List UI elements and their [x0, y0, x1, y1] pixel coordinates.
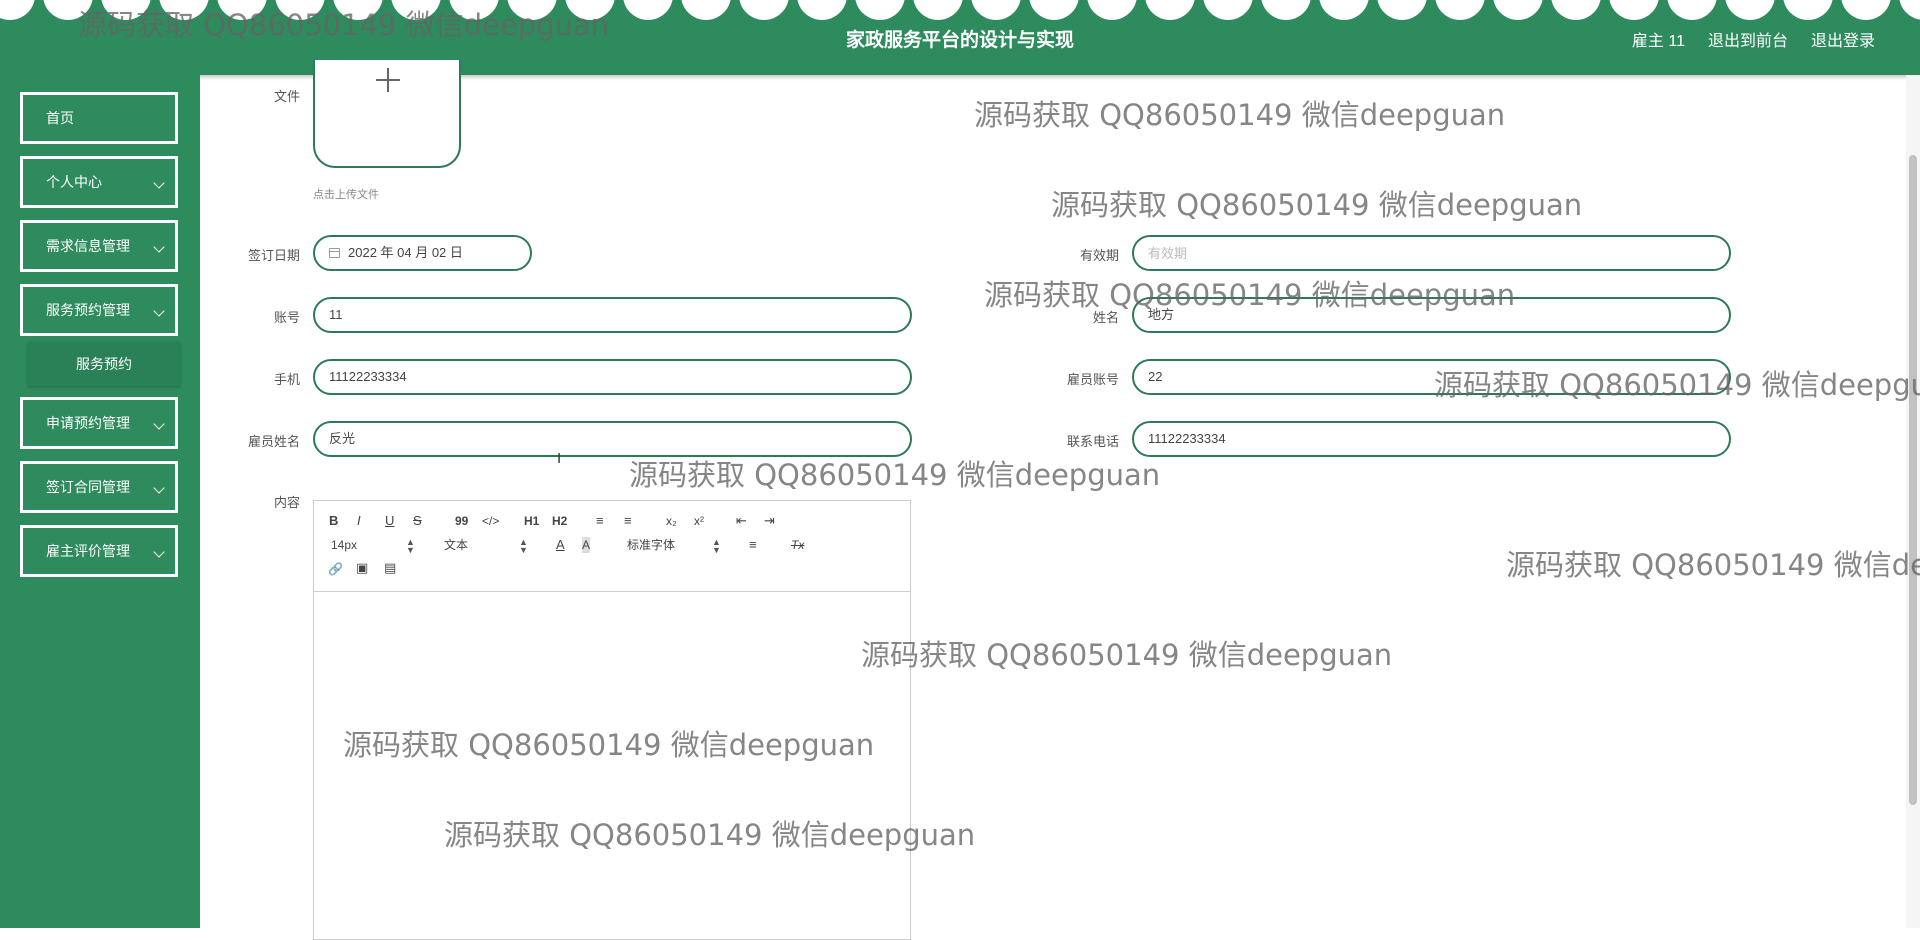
- name-label: 姓名: [1092, 310, 1119, 325]
- indent-button[interactable]: ⇥: [764, 513, 775, 529]
- rich-text-editor: B I U S 99 </> H1 H2 ≡ ≡ x₂ x² ⇤ ⇥ 14px …: [313, 500, 911, 940]
- scrollbar-thumb[interactable]: [1909, 155, 1917, 805]
- watermark-text: 源码获取 QQ86050149 微信deepguan: [1051, 188, 1583, 222]
- watermark-text: 源码获取 QQ86050149 微信deepguan: [974, 98, 1506, 132]
- sidebar-item-label: 服务预约管理: [46, 302, 130, 318]
- video-button[interactable]: ▤: [384, 560, 396, 576]
- text-cursor-icon: I: [557, 450, 562, 467]
- font-color-button[interactable]: A: [556, 537, 565, 553]
- editor-toolbar: B I U S 99 </> H1 H2 ≡ ≡ x₂ x² ⇤ ⇥ 14px …: [314, 501, 910, 592]
- employee-account-label: 雇员账号: [1066, 372, 1119, 387]
- sidebar-item-label: 首页: [46, 110, 74, 126]
- sidebar-item-label: 个人中心: [46, 174, 102, 190]
- select-arrows-icon: ▲ ▼: [712, 537, 721, 555]
- sidebar-item-home[interactable]: 首页: [20, 92, 178, 144]
- employee-account-input[interactable]: 22: [1132, 359, 1731, 395]
- chevron-down-icon: [153, 177, 165, 189]
- account-label: 账号: [273, 310, 300, 325]
- top-header: 家政服务平台的设计与实现 雇主 11 退出到前台 退出登录: [0, 0, 1920, 75]
- file-upload-box[interactable]: [313, 60, 461, 168]
- sidebar-item-label: 申请预约管理: [46, 415, 130, 431]
- heading2-button[interactable]: H2: [552, 513, 567, 529]
- clear-format-button[interactable]: Tx: [791, 537, 804, 553]
- font-family-select[interactable]: 标准字体: [627, 537, 675, 553]
- name-input[interactable]: 地方: [1132, 297, 1731, 333]
- blockquote-button[interactable]: 99: [455, 513, 468, 529]
- underline-button[interactable]: U: [385, 513, 394, 529]
- plus-icon: [376, 68, 400, 92]
- strikethrough-button[interactable]: S: [413, 513, 422, 529]
- sign-date-value: 2022 年 04 月 02 日: [348, 245, 463, 260]
- employee-name-label: 雇员姓名: [247, 434, 300, 449]
- header-scallop-decoration: [0, 0, 1920, 25]
- sidebar-item-employer-review[interactable]: 雇主评价管理: [20, 525, 178, 577]
- chevron-down-icon: [153, 482, 165, 494]
- sidebar-item-service-booking[interactable]: 服务预约管理: [20, 284, 178, 336]
- subscript-button[interactable]: x₂: [666, 513, 677, 529]
- chevron-down-icon: [153, 546, 165, 558]
- bold-button[interactable]: B: [329, 513, 338, 529]
- content-label: 内容: [273, 495, 300, 510]
- calendar-icon: [329, 248, 340, 258]
- employee-name-input[interactable]: 反光: [313, 421, 912, 457]
- contact-label: 联系电话: [1066, 434, 1119, 449]
- ordered-list-button[interactable]: ≡: [596, 513, 604, 529]
- header-user-links: 雇主 11 退出到前台 退出登录: [1632, 27, 1875, 51]
- heading1-button[interactable]: H1: [524, 513, 539, 529]
- current-user-label: 雇主 11: [1631, 33, 1685, 50]
- editor-content-area[interactable]: [314, 592, 910, 932]
- text-type-select[interactable]: 文本: [444, 537, 468, 553]
- code-block-button[interactable]: </>: [482, 513, 499, 529]
- upload-tip: 点击上传文件: [313, 189, 379, 201]
- align-button[interactable]: ≡: [749, 537, 757, 553]
- back-to-front-link[interactable]: 退出到前台: [1708, 27, 1788, 51]
- font-size-select[interactable]: 14px: [331, 537, 357, 553]
- link-button[interactable]: 🔗: [328, 561, 343, 577]
- sign-date-picker[interactable]: 2022 年 04 月 02 日: [313, 235, 532, 271]
- select-arrows-icon: ▲ ▼: [519, 537, 528, 555]
- contact-input[interactable]: 11122233334: [1132, 421, 1731, 457]
- phone-label: 手机: [273, 372, 300, 387]
- account-input[interactable]: 11: [313, 297, 912, 333]
- validity-input[interactable]: [1132, 235, 1731, 271]
- sidebar-item-label: 雇主评价管理: [46, 543, 130, 559]
- file-label: 文件: [273, 89, 300, 104]
- chevron-down-icon: [153, 241, 165, 253]
- italic-button[interactable]: I: [357, 513, 361, 529]
- superscript-button[interactable]: x²: [694, 513, 704, 529]
- sidebar-item-label: 签订合同管理: [46, 479, 130, 495]
- sidebar: 首页 个人中心 需求信息管理 服务预约管理 服务预约 申请预约管理 签订合同管理…: [0, 75, 200, 928]
- select-arrows-icon: ▲ ▼: [406, 537, 415, 555]
- image-button[interactable]: ▣: [356, 560, 368, 576]
- sidebar-item-demand-info[interactable]: 需求信息管理: [20, 220, 178, 272]
- watermark-text: 源码获取 QQ86050149 微信deepguan: [861, 638, 1393, 672]
- page-scrollbar[interactable]: [1906, 75, 1920, 928]
- bullet-list-button[interactable]: ≡: [624, 513, 632, 529]
- sign-date-label: 签订日期: [247, 248, 300, 263]
- sidebar-item-apply-booking[interactable]: 申请预约管理: [20, 397, 178, 449]
- watermark-text: 源码获取 QQ86050149 微信deepguan: [1506, 548, 1920, 582]
- sidebar-item-contract[interactable]: 签订合同管理: [20, 461, 178, 513]
- watermark-text: 源码获取 QQ86050149 微信deepguan: [629, 458, 1161, 492]
- validity-label: 有效期: [1079, 248, 1119, 263]
- sidebar-item-personal-center[interactable]: 个人中心: [20, 156, 178, 208]
- logout-link[interactable]: 退出登录: [1811, 27, 1875, 51]
- sidebar-subitem-service-booking[interactable]: 服务预约: [28, 342, 180, 386]
- sidebar-item-label: 需求信息管理: [46, 238, 130, 254]
- outdent-button[interactable]: ⇤: [736, 513, 747, 529]
- background-color-button[interactable]: A: [582, 537, 591, 553]
- chevron-down-icon: [153, 305, 165, 317]
- chevron-down-icon: [153, 418, 165, 430]
- phone-input[interactable]: 11122233334: [313, 359, 912, 395]
